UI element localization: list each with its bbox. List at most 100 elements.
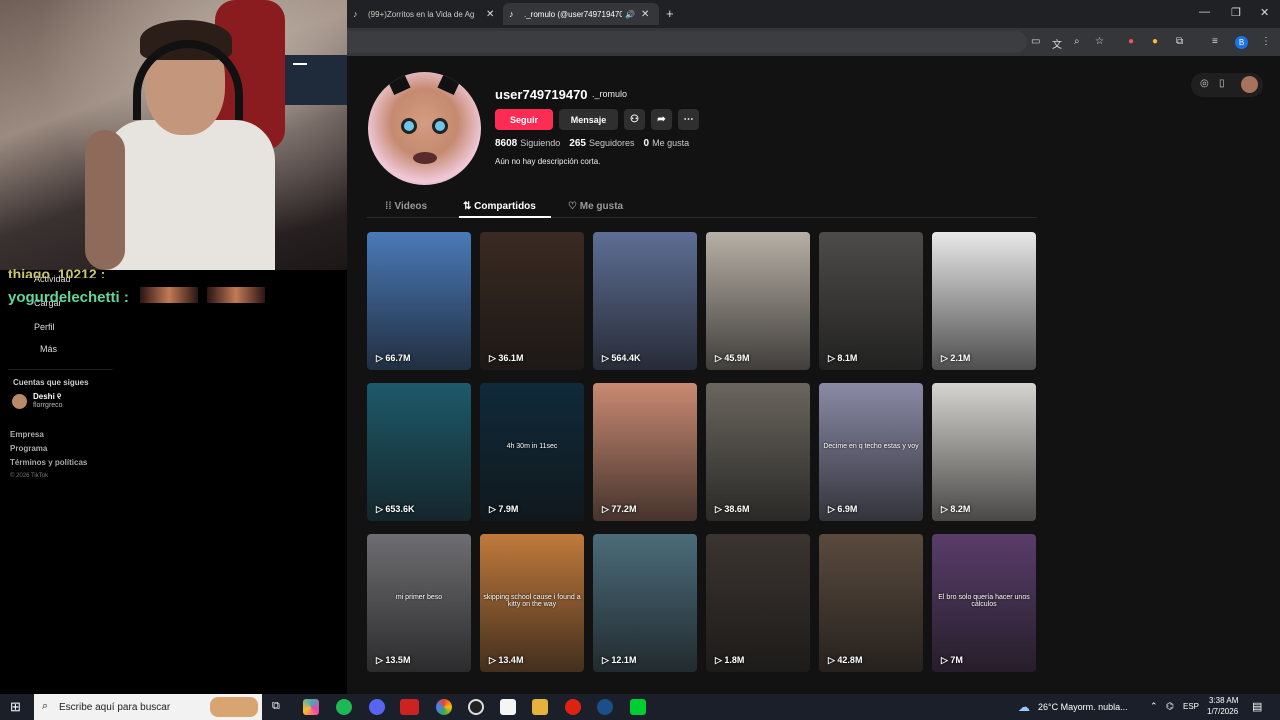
play-icon: ▷ [715,504,725,514]
video-card[interactable]: ▷ 66.7M [367,232,471,370]
heart-icon: ♡ [568,201,580,212]
browser-tab[interactable]: ♪ (99+)Zorritos en la Vida de Ag ✕ [347,3,499,25]
tab-videos[interactable]: ⁞⁞ Videos [385,201,427,212]
add-friend-icon[interactable]: ⚇ [624,109,645,130]
video-card[interactable]: ▷ 45.9M [706,232,810,370]
network-icon[interactable]: ⌬ [1166,701,1174,712]
device-icon[interactable]: ▯ [1219,78,1225,89]
zoom-icon[interactable]: ⌕ [1074,36,1080,47]
video-card[interactable]: ▷ 8.2M [932,383,1036,521]
play-icon: ▷ [828,504,838,514]
windows-start-icon[interactable]: ⊞ [10,699,21,715]
following-name[interactable]: Deshi ୧ [33,392,61,402]
stat-following[interactable]: 8608 Siguiendo [495,138,560,149]
play-icon: ▷ [715,655,725,665]
tiktok-icon: ♪ [509,9,514,19]
play-icon: ▷ [602,504,612,514]
video-view-count: ▷ 66.7M [376,353,411,363]
discord-icon[interactable] [369,699,385,715]
video-card[interactable]: ▷ 77.2M [593,383,697,521]
filter-ear [387,72,411,96]
repost-icon: ⇅ [463,201,475,212]
cloud-icon: ☁ [1018,700,1030,714]
profile-avatar-icon[interactable]: B [1235,36,1248,49]
extensions-puzzle-icon[interactable]: ⧉ [1176,36,1183,47]
tab-liked[interactable]: ♡ Me gusta [568,201,623,212]
video-card[interactable]: 4h 30m in 11sec ▷ 7.9M [480,383,584,521]
kick-icon[interactable] [630,699,646,715]
video-card[interactable]: ▷ 8.1M [819,232,923,370]
footer-link-terms[interactable]: Términos y políticas [10,458,87,467]
user-avatar[interactable] [1241,76,1258,93]
video-card[interactable]: ▷ 42.8M [819,534,923,672]
copilot-icon[interactable] [303,699,319,715]
video-view-count: ▷ 653.6K [376,504,415,514]
translate-icon[interactable]: 文 [1052,36,1062,51]
video-view-count: ▷ 13.4M [489,655,524,665]
video-card[interactable]: ▷ 653.6K [367,383,471,521]
bookmark-star-icon[interactable]: ☆ [1095,36,1104,47]
close-icon[interactable]: ✕ [486,9,494,20]
address-bar[interactable] [347,31,1027,53]
following-avatar[interactable] [12,394,27,409]
cast-icon[interactable]: ▭ [1031,36,1040,47]
play-icon: ▷ [715,353,725,363]
top-right-actions: ◎ ▯ [1191,73,1263,97]
video-card[interactable]: mi primer beso ▷ 13.5M [367,534,471,672]
task-view-icon[interactable]: ⧉ [272,700,280,713]
following-heading: Cuentas que sigues [13,378,89,387]
video-card[interactable]: skipping school cause i found a kitty on… [480,534,584,672]
footer-link-program[interactable]: Programa [10,444,47,453]
capcut-icon[interactable] [500,699,516,715]
opera-icon[interactable] [565,699,581,715]
play-icon: ▷ [376,353,386,363]
close-icon[interactable]: ✕ [641,9,649,20]
notifications-icon[interactable]: ▤ [1252,700,1262,713]
kebab-menu-icon[interactable]: ⋮ [1261,36,1271,47]
language-indicator[interactable]: ESP [1183,702,1199,711]
stat-followers[interactable]: 265 Seguidores [569,138,634,149]
taskbar-search[interactable]: ⌕ Escribe aquí para buscar [34,694,262,720]
message-button[interactable]: Mensaje [559,109,618,130]
tab-reposts[interactable]: ⇅ Compartidos [463,201,536,212]
weather-text[interactable]: 26°C Mayorm. nubla... [1038,702,1128,712]
chrome-icon[interactable] [436,699,452,715]
minimize-icon[interactable]: — [1199,6,1210,18]
share-icon[interactable]: ➦ [651,109,672,130]
webcam-overlay [0,0,347,270]
extension-color-icon[interactable]: ● [1152,36,1158,47]
video-card[interactable]: ▷ 564.4K [593,232,697,370]
following-username: florrgreco [33,402,63,409]
video-card[interactable]: ▷ 38.6M [706,383,810,521]
tab-title: (99+)Zorritos en la Vida de Ag [368,9,475,19]
clock-time[interactable]: 3:38 AM [1209,696,1238,705]
spotify-icon[interactable] [336,699,352,715]
close-window-icon[interactable]: ✕ [1260,6,1269,19]
steam-icon[interactable] [597,699,613,715]
restore-icon[interactable]: ❐ [1231,6,1241,19]
media-controls-icon[interactable]: ≡ [1212,36,1218,47]
speaker-icon[interactable]: 🔊 [625,10,635,19]
video-card[interactable]: ▷ 12.1M [593,534,697,672]
extension-fox-icon[interactable]: ● [1128,36,1134,47]
video-card[interactable]: ▷ 36.1M [480,232,584,370]
video-caption: Decime en q techo estas y voy [823,443,919,450]
more-options-icon[interactable]: ⋯ [678,109,699,130]
clock-date[interactable]: 1/7/2026 [1207,707,1238,716]
chevron-up-icon[interactable]: ⌃ [1150,701,1158,712]
copyright: © 2026 TikTok [10,473,49,479]
footer-link-company[interactable]: Empresa [10,430,44,439]
follow-button[interactable]: Seguir [495,109,553,130]
divider [8,369,113,370]
obs-icon[interactable] [468,699,484,715]
browser-tab-active[interactable]: ♪ ._romulo (@user749719470 🔊 ✕ [503,3,659,25]
video-card[interactable]: El bro solo quería hacer unos cálculos ▷ … [932,534,1036,672]
video-card[interactable]: ▷ 1.8M [706,534,810,672]
video-card[interactable]: Decime en q techo estas y voy ▷ 6.9M [819,383,923,521]
video-card[interactable]: ▷ 2.1M [932,232,1036,370]
video-view-count: ▷ 564.4K [602,353,641,363]
coins-icon[interactable]: ◎ [1200,78,1209,89]
folder-icon[interactable] [532,699,548,715]
app-thumbnail-icon[interactable] [400,699,419,715]
new-tab-icon[interactable]: + [666,6,674,21]
